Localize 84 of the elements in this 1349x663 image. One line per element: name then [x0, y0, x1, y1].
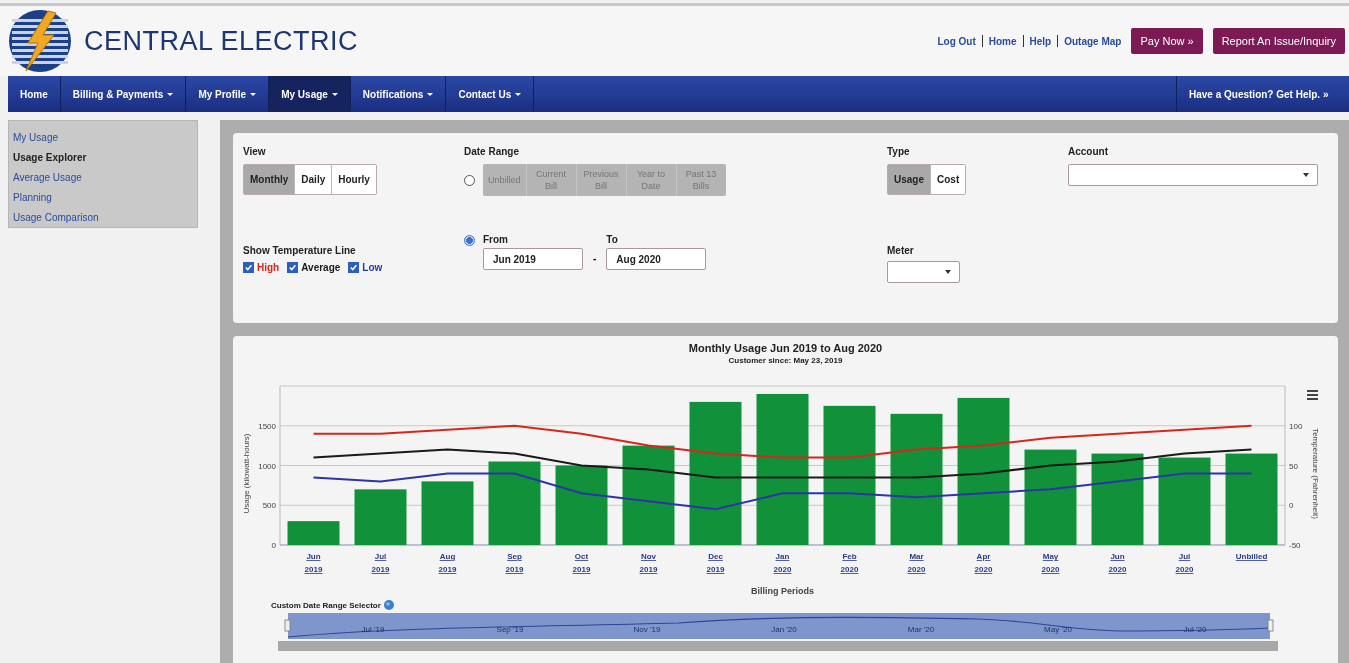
sidebar-link[interactable]: Planning [13, 191, 197, 205]
billing-period-link[interactable]: Jul 2020 [1175, 552, 1194, 574]
field-label: View [243, 146, 266, 157]
y-axis-tick: 1000 [258, 461, 276, 471]
field-label: Date Range [464, 146, 519, 157]
y2-axis-tick: 100 [1289, 421, 1303, 431]
billing-period-link[interactable]: Mar 2020 [907, 552, 926, 574]
radio-button[interactable] [464, 174, 475, 186]
field-label: Type [887, 146, 910, 157]
y2-axis-tick: 50 [1289, 461, 1298, 471]
range-handle[interactable] [1267, 619, 1274, 632]
field-label: From [483, 234, 509, 245]
menu-icon[interactable] [1307, 390, 1318, 400]
sidebar-link[interactable]: Usage Comparison [13, 211, 197, 225]
billing-period-link[interactable]: Nov 2019 [639, 552, 658, 574]
view-toggle[interactable]: Monthly [244, 165, 295, 194]
y-axis-tick: 0 [271, 541, 276, 550]
checkbox[interactable] [348, 262, 360, 273]
range-handle[interactable] [284, 619, 291, 632]
navigator-tick: Nov '19 [633, 625, 661, 634]
field-label: Meter [887, 245, 914, 256]
chart-title: Monthly Usage Jun 2019 to Aug 2020 [688, 342, 883, 354]
sidebar-link[interactable]: Usage Explorer [13, 151, 197, 165]
view-toggle[interactable]: Daily [294, 165, 332, 194]
nav-menu-item[interactable]: My Usage [269, 76, 351, 112]
nav-menu-item[interactable]: Notifications [350, 76, 447, 112]
billing-period-link[interactable]: Jun 2019 [304, 552, 323, 574]
billing-period-link[interactable]: Jun 2020 [1108, 552, 1127, 574]
meter-dropdown[interactable] [887, 261, 960, 283]
field-label: Account [1068, 146, 1108, 157]
checkbox-label: Low [362, 262, 383, 273]
nav-menu-item[interactable]: Home [8, 76, 61, 112]
type-toggle[interactable]: Cost [930, 165, 966, 194]
help-link[interactable]: Have a Question? Get Help. » [1176, 76, 1349, 112]
billing-period-link[interactable]: Jan 2020 [773, 552, 792, 574]
help-icon[interactable] [383, 600, 394, 610]
header-link[interactable]: Outage Map [1064, 35, 1122, 47]
view-toggle[interactable]: Hourly [331, 165, 376, 194]
billing-period-link[interactable]: Feb 2020 [840, 552, 859, 574]
billing-period-link[interactable]: Aug 2019 [438, 552, 457, 574]
billing-period-link[interactable]: Apr 2020 [974, 552, 993, 574]
checkbox-label: Average [301, 262, 341, 273]
type-toggle[interactable]: Usage [888, 165, 930, 194]
header-link[interactable]: Log Out [937, 35, 976, 47]
chart-subtitle: Customer since: May 23, 2019 [728, 356, 843, 365]
range-selector-label: Custom Date Range Selector [271, 600, 381, 610]
x-axis-title: Billing Periods [751, 586, 814, 596]
billing-period-link[interactable]: Jul 2019 [371, 552, 390, 574]
navigator-tick: May '20 [1044, 625, 1072, 634]
radio-button[interactable] [464, 235, 475, 246]
y2-axis-tick: -50 [1289, 541, 1301, 550]
field-label: To [606, 234, 619, 245]
sidebar-link[interactable]: Average Usage [13, 171, 197, 185]
billing-period-link[interactable]: Oct 2019 [572, 552, 591, 574]
y2-axis-tick: 0 [1289, 501, 1294, 511]
navigator-tick: Mar '20 [907, 625, 935, 634]
checkbox-label: High [257, 262, 280, 273]
y-axis-tick: 1500 [258, 421, 276, 431]
header-link[interactable]: Help [1029, 35, 1052, 47]
checkbox[interactable] [287, 262, 299, 273]
y2-axis-title: Temperature (Fahrenheit) [1311, 428, 1320, 519]
lightning-bolt-logo-icon [8, 9, 72, 73]
header-button[interactable]: Pay Now » [1131, 28, 1203, 54]
y-axis-title: Usage (kilowatt-hours) [242, 433, 251, 514]
billing-period-link[interactable]: Sep 2019 [505, 552, 524, 574]
billing-period-link[interactable]: Dec 2019 [706, 552, 725, 574]
navigator-tick: Sep '19 [496, 625, 524, 634]
field-label: Show Temperature Line [243, 245, 356, 256]
logo-text: CENTRAL ELECTRIC [84, 25, 359, 57]
header-link[interactable]: Home [988, 35, 1017, 47]
from-date-field[interactable]: Jun 2019 [483, 248, 583, 270]
scrollbar[interactable] [278, 641, 1278, 651]
nav-menu-item[interactable]: Billing & Payments [60, 76, 187, 112]
billing-period-link[interactable]: Unbilled [1235, 552, 1268, 561]
range-separator: - [592, 253, 598, 264]
sidebar-link[interactable]: My Usage [13, 131, 197, 145]
billing-period-link[interactable]: May 2020 [1041, 552, 1060, 574]
nav-menu-item[interactable]: Contact Us [446, 76, 535, 112]
to-date-field[interactable]: Aug 2020 [606, 248, 707, 270]
navigator-tick: Jan '20 [771, 625, 797, 634]
y-axis-tick: 500 [262, 501, 276, 511]
account-dropdown[interactable] [1068, 164, 1318, 186]
checkbox[interactable] [243, 262, 254, 273]
header-button[interactable]: Report An Issue/Inquiry [1212, 28, 1345, 54]
